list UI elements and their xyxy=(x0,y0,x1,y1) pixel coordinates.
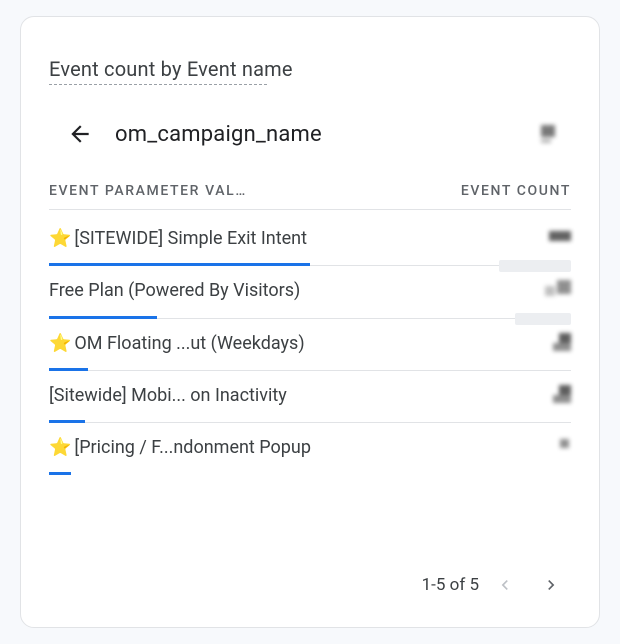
row-label: ⭐OM Floating ...ut (Weekdays) xyxy=(49,333,305,354)
pagination: 1-5 of 5 xyxy=(49,565,571,605)
prev-page-button[interactable] xyxy=(485,565,525,605)
pagination-range: 1-5 of 5 xyxy=(422,575,479,595)
star-icon: ⭐ xyxy=(49,228,71,249)
card-title: Event count by Event name xyxy=(49,57,571,85)
table-row[interactable]: Free Plan (Powered By Visitors) xyxy=(49,266,571,319)
column-headers: EVENT PARAMETER VAL… EVENT COUNT xyxy=(49,183,571,210)
row-label: Free Plan (Powered By Visitors) xyxy=(49,280,300,301)
star-icon: ⭐ xyxy=(49,333,71,354)
col-head-param: EVENT PARAMETER VAL… xyxy=(49,183,247,199)
card-title-text: Event count by Event name xyxy=(49,57,293,81)
row-label: [Sitewide] Mobi... on Inactivity xyxy=(49,385,287,406)
arrow-left-icon xyxy=(67,121,93,147)
redacted-event-count xyxy=(537,333,571,353)
redacted-event-count xyxy=(537,437,571,449)
redacted-event-count xyxy=(537,385,571,405)
star-icon: ⭐ xyxy=(49,437,71,458)
chevron-right-icon xyxy=(541,575,561,595)
table-row[interactable]: ⭐[Pricing / F...ndonment Popup xyxy=(49,423,571,474)
next-page-button[interactable] xyxy=(531,565,571,605)
table-row[interactable]: ⭐[SITEWIDE] Simple Exit Intent xyxy=(49,214,571,266)
row-label: ⭐[Pricing / F...ndonment Popup xyxy=(49,437,311,458)
redacted-total xyxy=(541,125,571,143)
redacted-event-count xyxy=(537,228,571,246)
row-label: ⭐[SITEWIDE] Simple Exit Intent xyxy=(49,228,307,249)
bar-fill xyxy=(49,472,71,475)
drilldown-title: om_campaign_name xyxy=(115,122,322,147)
analytics-card: Event count by Event name om_campaign_na… xyxy=(20,16,600,628)
chevron-left-icon xyxy=(495,575,515,595)
col-head-count: EVENT COUNT xyxy=(461,183,571,199)
redacted-event-count xyxy=(537,280,571,302)
breadcrumb: om_campaign_name xyxy=(49,121,571,147)
rows: ⭐[SITEWIDE] Simple Exit Intent Free Plan… xyxy=(49,214,571,474)
table-row[interactable]: [Sitewide] Mobi... on Inactivity xyxy=(49,371,571,423)
table-row[interactable]: ⭐OM Floating ...ut (Weekdays) xyxy=(49,319,571,371)
back-button[interactable] xyxy=(67,121,93,147)
title-underline xyxy=(49,84,267,85)
